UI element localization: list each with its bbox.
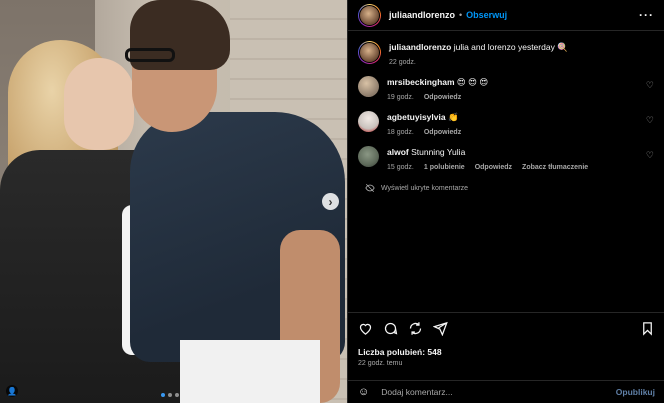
post-caption: juliaandlorenzo julia and lorenzo yester… — [358, 41, 654, 66]
user-tag-icon[interactable]: 👤 — [6, 385, 18, 397]
reply-button[interactable]: Odpowiedz — [424, 129, 461, 136]
caption-username[interactable]: juliaandlorenzo — [389, 42, 451, 52]
add-comment-bar: ☺ Dodaj komentarz... Opublikuj — [348, 380, 664, 403]
caption-meta: 22 godz. — [389, 59, 654, 66]
man-pants — [180, 340, 320, 403]
see-translation-button[interactable]: Zobacz tłumaczenie — [522, 164, 588, 171]
comments-list: juliaandlorenzo julia and lorenzo yester… — [348, 31, 664, 193]
hidden-comments-label: Wyświetl ukryte komentarze — [381, 184, 469, 192]
commenter-avatar[interactable] — [358, 111, 379, 132]
comment-item: mrsibeckingham 😍 😍 😍 19 godz. Odpowiedz … — [358, 76, 654, 101]
follow-button[interactable]: Obserwuj — [466, 10, 507, 20]
heart-icon[interactable] — [358, 321, 373, 336]
comment-text: mrsibeckingham 😍 😍 😍 — [387, 76, 654, 88]
comment-like-heart-icon[interactable]: ♡ — [646, 115, 654, 126]
comment-icon[interactable] — [383, 321, 398, 336]
comment-content: Stunning Yulia — [408, 147, 466, 157]
share-icon[interactable] — [408, 321, 423, 336]
header-separator: • — [459, 10, 463, 20]
post-side-panel: juliaandlorenzo • Obserwuj ··· juliaandl… — [347, 0, 664, 403]
comment-time[interactable]: 15 godz. — [387, 164, 414, 171]
action-icons-row — [358, 319, 655, 337]
carousel-dots — [161, 393, 179, 397]
comment-input[interactable]: Dodaj komentarz... — [381, 387, 452, 397]
man-glasses — [125, 48, 175, 62]
carousel-next-button[interactable]: › — [322, 193, 339, 210]
comment-item: agbetuyisylvia 👏 18 godz. Odpowiedz ♡ — [358, 111, 654, 136]
carousel-dot — [168, 393, 172, 397]
comment-time[interactable]: 19 godz. — [387, 94, 414, 101]
comment-username[interactable]: mrsibeckingham — [387, 77, 455, 87]
bookmark-icon[interactable] — [640, 321, 655, 336]
commenter-avatar[interactable] — [358, 146, 379, 167]
commenter-avatar[interactable] — [358, 76, 379, 97]
likes-count[interactable]: Liczba polubień: 548 — [358, 347, 655, 357]
caption-avatar[interactable] — [358, 41, 381, 64]
comment-like-heart-icon[interactable]: ♡ — [646, 150, 654, 161]
comment-username[interactable]: agbetuyisylvia — [387, 112, 446, 122]
comment-content: 😍 😍 😍 — [454, 77, 489, 87]
author-avatar[interactable] — [358, 3, 381, 27]
comment-username[interactable]: alwof — [387, 147, 409, 157]
comment-text: agbetuyisylvia 👏 — [387, 111, 654, 123]
woman-face — [64, 58, 134, 150]
caption-content: julia and lorenzo yesterday 🍭 — [451, 42, 568, 52]
comment-item: alwof Stunning Yulia 15 godz. 1 polubien… — [358, 146, 654, 171]
hidden-comments-toggle[interactable]: Wyświetl ukryte komentarze — [365, 183, 654, 193]
more-options-icon[interactable]: ··· — [639, 8, 654, 22]
reply-button[interactable]: Odpowiedz — [424, 94, 461, 101]
comment-body: alwof Stunning Yulia 15 godz. 1 polubien… — [387, 146, 654, 171]
emoji-picker-icon[interactable]: ☺ — [358, 386, 369, 398]
comment-content: 👏 — [445, 112, 459, 122]
author-username[interactable]: juliaandlorenzo — [389, 10, 455, 20]
comment-text: alwof Stunning Yulia — [387, 146, 654, 158]
post-timestamp[interactable]: 22 godz. temu — [358, 360, 655, 367]
carousel-dot-active — [161, 393, 165, 397]
post-header: juliaandlorenzo • Obserwuj ··· — [348, 0, 664, 31]
caption-body: juliaandlorenzo julia and lorenzo yester… — [389, 41, 654, 66]
comment-like-heart-icon[interactable]: ♡ — [646, 80, 654, 91]
eye-off-icon — [365, 183, 375, 193]
post-comment-button[interactable]: Opublikuj — [616, 387, 655, 397]
comment-body: agbetuyisylvia 👏 18 godz. Odpowiedz — [387, 111, 654, 136]
post-actions: Liczba polubień: 548 22 godz. temu — [348, 312, 664, 373]
comment-time[interactable]: 18 godz. — [387, 129, 414, 136]
caption-text: juliaandlorenzo julia and lorenzo yester… — [389, 41, 654, 53]
comment-meta: 15 godz. 1 polubienie Odpowiedz Zobacz t… — [387, 164, 654, 171]
caption-time[interactable]: 22 godz. — [389, 59, 416, 66]
comment-body: mrsibeckingham 😍 😍 😍 19 godz. Odpowiedz — [387, 76, 654, 101]
send-icon[interactable] — [433, 321, 448, 336]
comment-meta: 19 godz. Odpowiedz — [387, 94, 654, 101]
comment-meta: 18 godz. Odpowiedz — [387, 129, 654, 136]
comment-likes-count[interactable]: 1 polubienie — [424, 164, 465, 171]
post-photo[interactable]: › 👤 — [0, 0, 347, 403]
reply-button[interactable]: Odpowiedz — [475, 164, 512, 171]
post-modal: › 👤 juliaandlorenzo • Obserwuj ··· julia… — [0, 0, 664, 403]
carousel-dot — [175, 393, 179, 397]
